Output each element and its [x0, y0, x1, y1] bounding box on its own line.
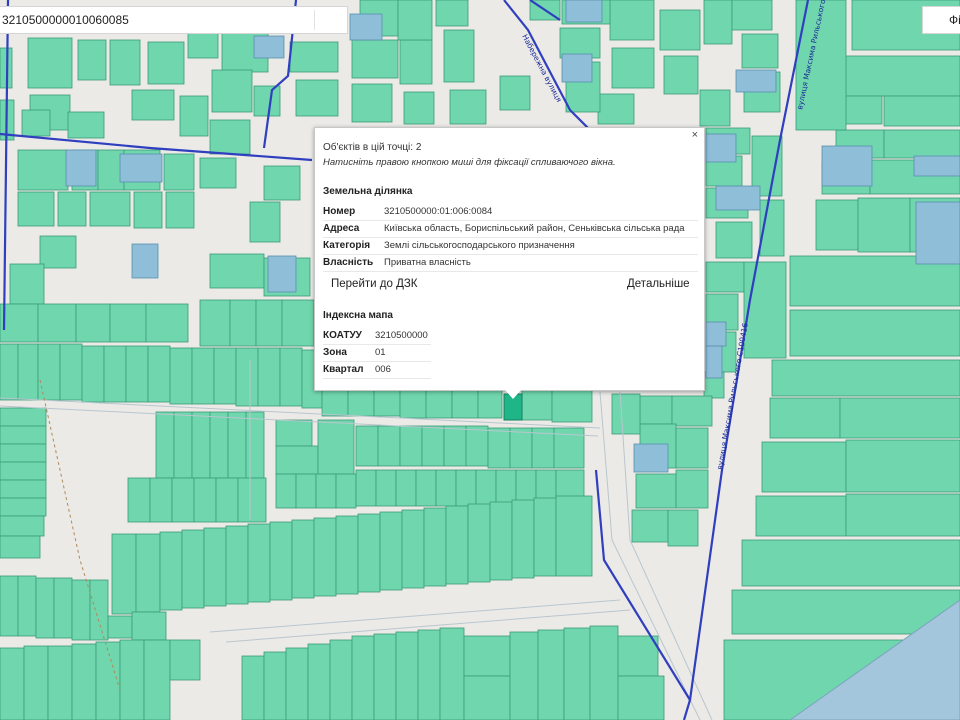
row-key: Категорія [323, 240, 371, 251]
index-row-zone: Зона 01 [323, 344, 431, 362]
row-key: Адреса [323, 223, 360, 234]
parcel-row-ownership: Власність Приватна власність [323, 254, 698, 272]
row-value: 3210500000 [375, 330, 428, 341]
row-value: Київська область, Бориспільський район, … [384, 223, 685, 234]
parcel-row-address: Адреса Київська область, Бориспільський … [323, 220, 698, 238]
details-link[interactable]: Детальніше [627, 278, 690, 290]
row-key: Зона [323, 347, 347, 358]
parcel-row-category: Категорія Землі сільськогосподарського п… [323, 237, 698, 255]
index-row-quarter: Квартал 006 [323, 361, 431, 379]
row-value: Землі сільськогосподарського призначення [384, 240, 575, 251]
row-value: 006 [375, 364, 391, 375]
parcel-section-title: Земельна ділянка [323, 186, 413, 197]
filter-button[interactable]: Фільтр [922, 6, 960, 34]
row-key: Власність [323, 257, 374, 268]
row-value: 3210500000:01:006:0084 [384, 206, 493, 217]
parcel-row-number: Номер 3210500000:01:006:0084 [323, 203, 698, 221]
row-value: 01 [375, 347, 386, 358]
filter-button-label: Фільтр [949, 13, 960, 27]
search-separator [314, 10, 315, 30]
cadastral-search-box[interactable] [0, 6, 348, 34]
parcel-info-popup[interactable]: × Об'єктів в цій точці: 2 Натисніть прав… [314, 127, 705, 399]
index-map-section-title: Індексна мапа [323, 310, 393, 321]
close-icon[interactable]: × [692, 129, 698, 141]
row-key: КОАТУУ [323, 330, 362, 341]
popup-hint: Натисніть правою кнопкою миші для фіксац… [323, 157, 616, 168]
popup-pointer [505, 390, 521, 399]
search-input[interactable] [0, 7, 312, 33]
row-key: Номер [323, 206, 356, 217]
objects-count: Об'єктів в цій точці: 2 [323, 142, 422, 153]
go-to-dzk-link[interactable]: Перейти до ДЗК [331, 278, 418, 290]
index-row-koatuu: КОАТУУ 3210500000 [323, 327, 431, 345]
row-value: Приватна власність [384, 257, 471, 268]
row-key: Квартал [323, 364, 364, 375]
